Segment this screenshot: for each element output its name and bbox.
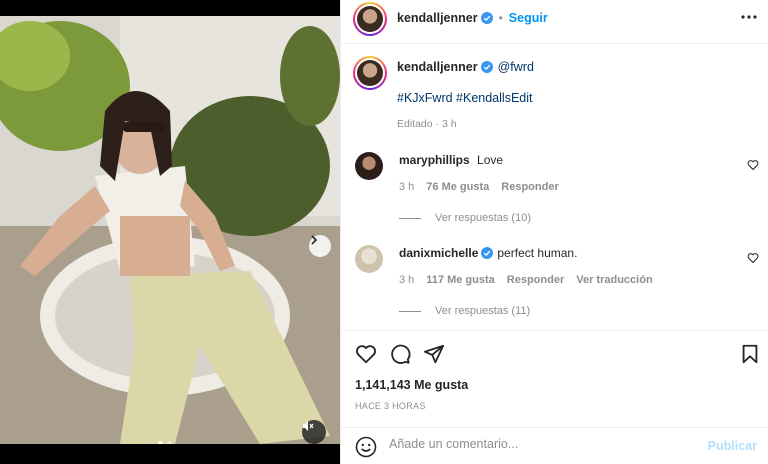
media-top-bar	[0, 0, 340, 16]
media-bottom-bar	[0, 444, 340, 464]
more-options-icon[interactable]	[741, 15, 757, 19]
view-replies-label: Ver respuestas (11)	[435, 305, 531, 317]
caption-author-username[interactable]: kendalljenner	[397, 60, 478, 74]
share-send-icon[interactable]	[423, 343, 445, 365]
translate-button[interactable]: Ver traducción	[576, 274, 652, 286]
publish-button[interactable]: Publicar	[708, 439, 757, 453]
comment-input[interactable]	[389, 437, 689, 451]
post-media[interactable]	[0, 16, 340, 444]
post-timestamp: HACE 3 HORAS	[355, 401, 426, 411]
caption-hashtags[interactable]: #KJxFwrd #KendallsEdit	[397, 91, 532, 105]
post-side-panel: kendalljenner • Seguir kendalljenner @fw…	[340, 0, 768, 464]
view-replies-button[interactable]: Ver respuestas (10)	[399, 212, 531, 224]
caption-author-avatar[interactable]	[353, 56, 387, 90]
comment-username[interactable]: danixmichelle	[399, 246, 478, 260]
comment-username[interactable]: maryphillips	[399, 153, 470, 167]
comment-avatar[interactable]	[355, 245, 383, 273]
comment-time: 3 h	[399, 274, 415, 286]
caption-first-line: kendalljenner @fwrd	[397, 60, 534, 74]
comment-text-row: danixmichelle perfect human.	[399, 246, 577, 260]
follow-button[interactable]: Seguir	[509, 11, 548, 25]
verified-badge-icon	[481, 247, 494, 259]
comment-text: perfect human.	[497, 246, 578, 260]
speaker-muted-icon	[303, 421, 314, 431]
separator-dot: •	[498, 11, 503, 25]
caption-mention[interactable]: @fwrd	[498, 60, 534, 74]
comment-meta: 3 h 117 Me gusta Responder Ver traducció…	[399, 274, 653, 286]
view-replies-button[interactable]: Ver respuestas (11)	[399, 305, 530, 317]
likes-count[interactable]: 1,141,143 Me gusta	[355, 378, 468, 392]
verified-badge-icon	[480, 61, 493, 73]
comment-reply-button[interactable]: Responder	[507, 274, 564, 286]
comment-time: 3 h	[399, 181, 415, 193]
post-photo	[0, 16, 340, 444]
comment-composer: Publicar	[341, 427, 768, 464]
heart-outline-icon[interactable]	[747, 159, 759, 171]
comment-likes[interactable]: 76 Me gusta	[426, 181, 489, 193]
caption-edited-label: Editado · 3 h	[397, 118, 457, 130]
post-header: kendalljenner • Seguir	[341, 0, 768, 44]
verified-badge-icon	[480, 12, 493, 24]
bookmark-icon[interactable]	[739, 343, 761, 365]
comment-text: Love	[477, 153, 504, 167]
view-replies-label: Ver respuestas (10)	[435, 212, 531, 224]
author-row: kendalljenner • Seguir	[397, 11, 548, 25]
comment-likes[interactable]: 117 Me gusta	[426, 274, 494, 286]
next-media-button[interactable]	[309, 235, 331, 257]
heart-outline-icon[interactable]	[747, 252, 759, 264]
mute-button[interactable]	[302, 420, 326, 444]
comment-bubble-icon[interactable]	[389, 343, 411, 365]
comment-meta: 3 h 76 Me gusta Responder	[399, 181, 559, 193]
chevron-right-icon	[311, 235, 318, 245]
author-avatar[interactable]	[353, 2, 387, 36]
comment-avatar[interactable]	[355, 152, 383, 180]
like-heart-icon[interactable]	[355, 343, 377, 365]
emoji-icon[interactable]	[355, 436, 377, 458]
author-username[interactable]: kendalljenner	[397, 11, 478, 25]
comment-reply-button[interactable]: Responder	[501, 181, 558, 193]
comment-text-row: maryphillips Love	[399, 153, 503, 167]
